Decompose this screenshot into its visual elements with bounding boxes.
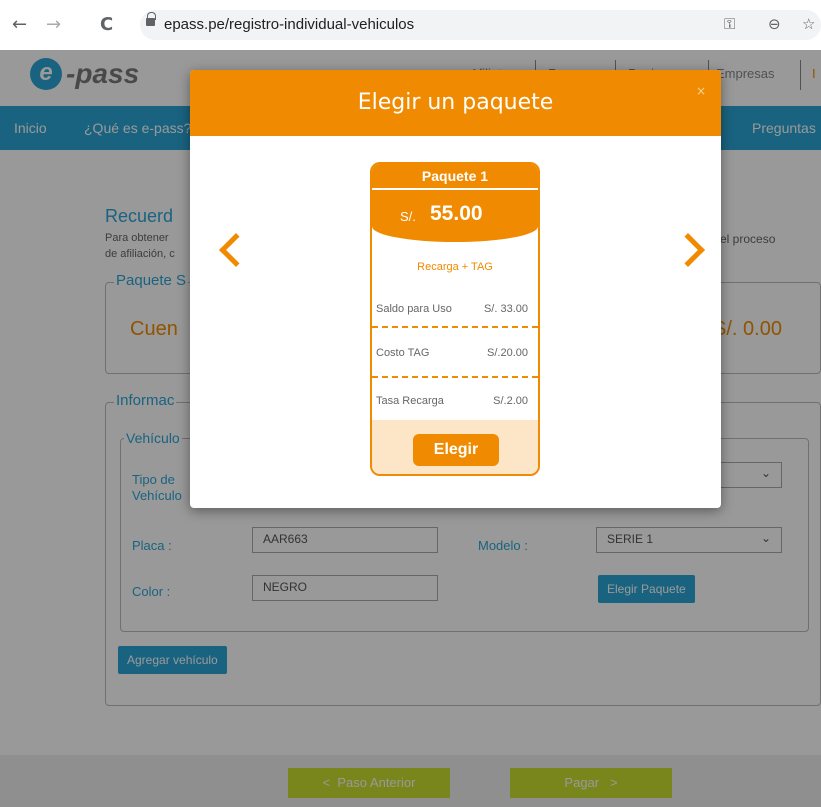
key-icon[interactable]: ⚿ <box>724 15 735 33</box>
row-value: S/.2.00 <box>493 395 528 407</box>
forward-icon[interactable]: → <box>46 14 61 36</box>
price-currency: S/. <box>400 209 416 224</box>
card-row: Saldo para Uso S/. 33.00 <box>376 303 536 315</box>
row-value: S/.20.00 <box>487 347 528 359</box>
row-label: Tasa Recarga <box>376 395 444 407</box>
url-text[interactable]: epass.pe/registro-individual-vehiculos <box>164 16 414 33</box>
zoom-icon[interactable]: ⊖ <box>768 15 781 33</box>
package-card: Paquete 1 S/. 55.00 Recarga + TAG Saldo … <box>370 162 540 476</box>
divider <box>372 326 538 328</box>
card-header-title: Paquete 1 <box>421 168 489 184</box>
elegir-button[interactable]: Elegir <box>413 434 499 466</box>
close-icon[interactable]: × <box>696 84 706 98</box>
star-icon[interactable]: ☆ <box>802 15 815 33</box>
divider <box>372 376 538 378</box>
lock-icon <box>146 12 156 26</box>
back-icon[interactable]: ← <box>12 14 27 36</box>
card-row: Costo TAG S/.20.00 <box>376 347 536 359</box>
row-label: Costo TAG <box>376 347 430 359</box>
row-value: S/. 33.00 <box>483 303 528 315</box>
card-row: Tasa Recarga S/.2.00 <box>376 395 536 407</box>
modal-title: Elegir un paquete <box>357 90 554 115</box>
card-subtitle: Recarga + TAG <box>417 261 493 273</box>
reload-icon[interactable]: C <box>100 14 113 36</box>
price-value: 55.00 <box>430 202 483 225</box>
row-label: Saldo para Uso <box>376 303 452 315</box>
